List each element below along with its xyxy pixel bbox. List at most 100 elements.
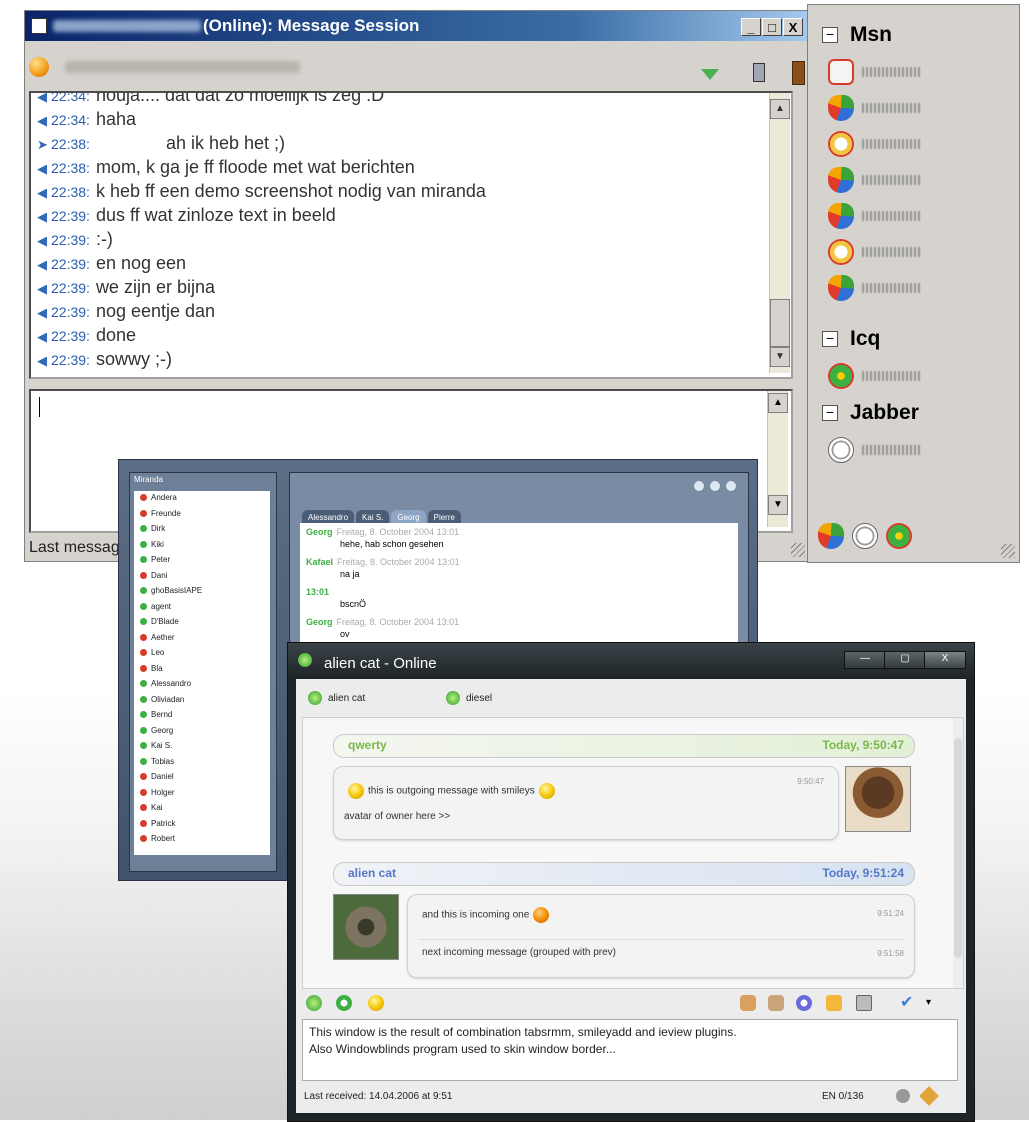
tab-alien-cat[interactable]: alien cat: [308, 687, 428, 711]
maximize-button[interactable]: □: [762, 18, 782, 36]
icq-flower-icon: [298, 653, 312, 667]
w2-message-log[interactable]: Georg Freitag, 8. October 2004 13:01 hehe,…: [300, 523, 738, 651]
door-icon[interactable]: [792, 61, 805, 85]
maximize-button[interactable]: ▢: [884, 651, 926, 669]
w2-contact-item[interactable]: Robert: [140, 834, 175, 847]
w2-contacts[interactable]: Andera Freunde Dirk Kiki Peter Dani ghoBasisIA…: [134, 491, 270, 855]
log-entry: ◀ 22:39: dus ff wat zinloze text in beeld: [37, 205, 336, 229]
group-label: Msn: [850, 23, 892, 46]
settings-icon[interactable]: [896, 1089, 910, 1103]
minimize-button[interactable]: _: [741, 18, 761, 36]
w2-contact-item[interactable]: Holger: [140, 788, 175, 801]
history-icon[interactable]: [768, 995, 784, 1011]
w2-contact-item[interactable]: Dani: [140, 571, 167, 584]
incoming-arrow-icon: ◀: [37, 329, 47, 344]
w2-contact-item[interactable]: Leo: [140, 648, 164, 661]
send-icon[interactable]: ✔: [900, 995, 916, 1011]
input-scroll-down-button[interactable]: ▼: [768, 495, 788, 515]
w2-contact-item[interactable]: Dirk: [140, 524, 165, 537]
w2-contact-item[interactable]: Kai: [140, 803, 163, 816]
w2-contact-item[interactable]: Patrick: [140, 819, 175, 832]
w2-contact-item[interactable]: Aether: [140, 633, 175, 646]
w2-meta: Freitag, 8. October 2004 13:01: [336, 617, 460, 627]
dropdown-arrow-icon[interactable]: [701, 69, 719, 80]
contact-item[interactable]: [828, 201, 978, 231]
title-bar[interactable]: alien cat - Online — ▢ X: [288, 643, 974, 677]
group-msn[interactable]: − Msn: [822, 23, 892, 47]
msn-butterfly-icon[interactable]: [818, 523, 844, 549]
w2-contact-item[interactable]: Georg: [140, 726, 173, 739]
protocol-icon[interactable]: [306, 995, 322, 1011]
contact-item[interactable]: [828, 237, 978, 267]
input-scrollbar[interactable]: ▲ ▼: [767, 391, 788, 527]
collapse-icon[interactable]: −: [822, 27, 838, 44]
icq-flower-icon[interactable]: [886, 523, 912, 549]
w2-contact-item[interactable]: Tobias: [140, 757, 174, 770]
contact-item[interactable]: [828, 129, 978, 159]
close-button[interactable]: X: [783, 18, 803, 36]
input-scroll-up-button[interactable]: ▲: [768, 393, 788, 413]
system-menu-icon[interactable]: [31, 18, 47, 34]
w2-contact-item[interactable]: ghoBasisIAPE: [140, 586, 202, 599]
smiley-icon[interactable]: [368, 995, 384, 1011]
message-bubble: and this is incoming one 9:51:24 next in…: [407, 894, 915, 978]
scroll-down-button[interactable]: ▼: [770, 347, 790, 367]
w2-close-icon[interactable]: [726, 481, 736, 491]
scroll-thumb[interactable]: [770, 299, 790, 347]
chevron-down-icon[interactable]: ▾: [926, 995, 942, 1011]
contact-item[interactable]: [828, 273, 978, 303]
message-log[interactable]: qwerty Today, 9:50:47 this is outgoing m…: [302, 717, 964, 989]
message-icon[interactable]: [826, 995, 842, 1011]
group-jabber[interactable]: − Jabber: [822, 401, 919, 425]
w2-maximize-icon[interactable]: [710, 481, 720, 491]
jabber-bulb-icon[interactable]: [852, 523, 878, 549]
speech-bubble-icon[interactable]: [29, 57, 49, 77]
w2-contact-item[interactable]: Bla: [140, 664, 163, 677]
scroll-thumb[interactable]: [954, 738, 962, 958]
close-button[interactable]: X: [924, 651, 966, 669]
title-bar[interactable]: (Online): Message Session _ □ X: [25, 11, 809, 41]
status-icon[interactable]: [336, 995, 352, 1011]
hand-icon[interactable]: [740, 995, 756, 1011]
contact-item[interactable]: [828, 435, 978, 465]
log-time: 22:39:: [51, 232, 90, 248]
tab-diesel[interactable]: diesel: [446, 687, 566, 711]
message-input[interactable]: This window is the result of combination…: [302, 1019, 958, 1081]
contact-item[interactable]: [828, 361, 978, 391]
w2-contact-item[interactable]: Alessandro: [140, 679, 191, 692]
phone-icon[interactable]: [753, 63, 765, 82]
log-scrollbar[interactable]: [953, 718, 963, 988]
w2-contact-item[interactable]: Freunde: [140, 509, 181, 522]
w2-contact-item[interactable]: Kai S.: [140, 741, 172, 754]
w2-contact-item[interactable]: Peter: [140, 555, 170, 568]
w2-minimize-icon[interactable]: [694, 481, 704, 491]
message-log[interactable]: ◀ 22:39: sowwy ;-) ◀ 22:39: done ◀ 22:39: nog ee…: [29, 91, 793, 379]
resize-grip-icon[interactable]: [1001, 544, 1015, 558]
log-time: 22:39:: [51, 208, 90, 224]
info-icon[interactable]: [796, 995, 812, 1011]
w2-contact-item[interactable]: agent: [140, 602, 171, 615]
group-icq[interactable]: − Icq: [822, 327, 880, 351]
collapse-icon[interactable]: −: [822, 331, 838, 348]
message-bubble: this is outgoing message with smileys av…: [333, 766, 839, 840]
contact-item[interactable]: [828, 165, 978, 195]
resize-grip-icon[interactable]: [791, 543, 805, 557]
w2-contact-item[interactable]: Andera: [140, 493, 177, 506]
w2-contact-item[interactable]: D'Blade: [140, 617, 179, 630]
log-scrollbar[interactable]: ▲ ▼: [769, 93, 790, 373]
w2-contact-item[interactable]: Kiki: [140, 540, 164, 553]
save-icon[interactable]: [856, 995, 872, 1011]
w2-contact-item[interactable]: Oliviadan: [140, 695, 184, 708]
contact-item[interactable]: [828, 93, 978, 123]
collapse-icon[interactable]: −: [822, 405, 838, 422]
contact-item[interactable]: [828, 57, 978, 87]
w2-contact-item[interactable]: Daniel: [140, 772, 174, 785]
w2-contact-item[interactable]: Bernd: [140, 710, 172, 723]
icq-flower-icon: [308, 691, 322, 706]
log-entry: ◀ 22:38: k heb ff een demo screenshot nodi…: [37, 181, 486, 205]
pencil-icon[interactable]: [919, 1086, 939, 1106]
msg-icon: [828, 59, 854, 85]
message-divider: [418, 939, 904, 940]
minimize-button[interactable]: —: [844, 651, 886, 669]
scroll-up-button[interactable]: ▲: [770, 99, 790, 119]
